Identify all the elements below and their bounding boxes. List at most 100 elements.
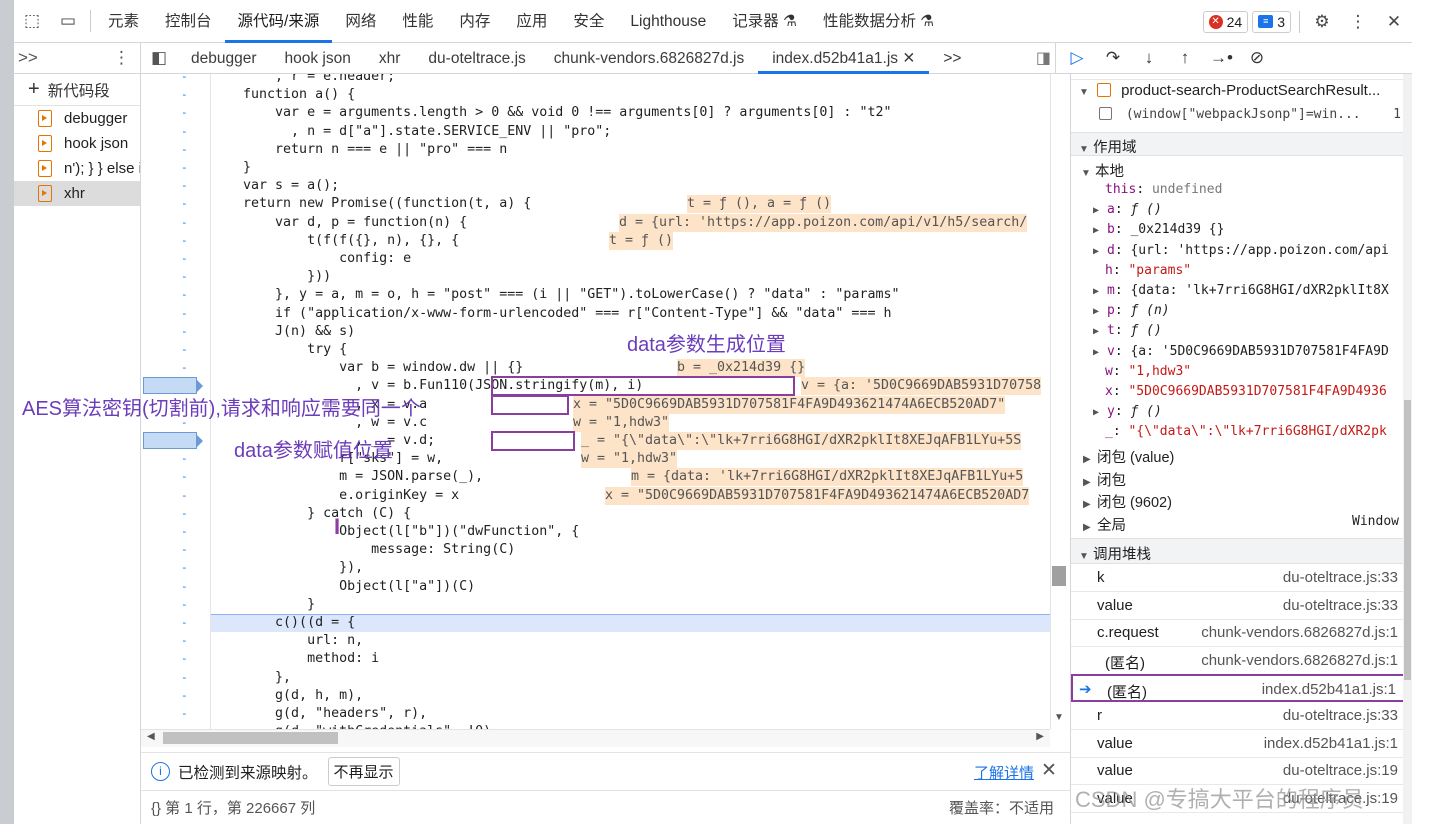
step-icon[interactable]: →•: [1210, 48, 1233, 68]
panel-tab[interactable]: 内存: [446, 0, 503, 43]
more-file-tabs-icon[interactable]: >>: [929, 43, 975, 74]
line-marker[interactable]: -: [181, 325, 191, 338]
scope-variable[interactable]: h: "params": [1071, 263, 1412, 283]
scope-variable[interactable]: x: "5D0C9669DAB5931D707581F4FA9D4936: [1071, 384, 1412, 404]
file-tab[interactable]: du-oteltrace.js: [414, 43, 539, 74]
line-marker[interactable]: -: [181, 216, 191, 229]
callstack-section-header[interactable]: ▼ 调用堆栈: [1071, 538, 1412, 564]
scope-variable[interactable]: ▶ y: ƒ (): [1071, 404, 1412, 424]
scroll-down-icon[interactable]: ▼: [1054, 712, 1064, 723]
line-marker[interactable]: -: [181, 197, 191, 210]
panel-tab[interactable]: 控制台: [152, 0, 225, 43]
toggle-navigator-icon[interactable]: ◧: [141, 48, 177, 68]
file-tab[interactable]: xhr: [365, 43, 415, 74]
breakpoint-checkbox[interactable]: [1099, 107, 1112, 120]
panel-tab[interactable]: 应用: [503, 0, 560, 43]
step-out-icon[interactable]: ↑: [1174, 48, 1196, 68]
dont-show-again-button[interactable]: 不再显示: [327, 757, 400, 786]
line-marker[interactable]: -: [181, 652, 191, 665]
message-badge[interactable]: ≡ 3: [1252, 10, 1291, 33]
panel-tab[interactable]: Lighthouse: [617, 0, 719, 43]
closure-scope[interactable]: ▶ 全局 Window: [1071, 514, 1412, 534]
line-marker[interactable]: -: [181, 507, 191, 520]
step-over-icon[interactable]: ↷: [1102, 48, 1124, 68]
line-marker[interactable]: -: [181, 707, 191, 720]
panel-tab[interactable]: 网络: [332, 0, 389, 43]
more-tabs-icon[interactable]: >>: [18, 48, 38, 68]
snippet-item[interactable]: xhr: [14, 181, 140, 206]
line-marker[interactable]: -: [181, 161, 191, 174]
line-marker[interactable]: -: [181, 179, 191, 192]
toggle-debugger-icon[interactable]: ◨: [1036, 48, 1051, 68]
line-marker[interactable]: -: [181, 580, 191, 593]
panel-tab[interactable]: 性能: [389, 0, 446, 43]
line-marker[interactable]: -: [181, 598, 191, 611]
line-marker[interactable]: -: [181, 288, 191, 301]
snippet-item[interactable]: debugger: [14, 106, 140, 131]
horizontal-scroll-thumb[interactable]: [163, 732, 338, 744]
sidebar-scroll-thumb[interactable]: [1404, 400, 1411, 680]
snippet-item[interactable]: n'); } } else i: [14, 156, 140, 181]
editor-vertical-scrollbar[interactable]: [1050, 74, 1068, 729]
device-toolbar-icon[interactable]: ▭: [50, 0, 86, 43]
line-marker[interactable]: -: [181, 125, 191, 138]
file-tab[interactable]: index.d52b41a1.js ✕: [758, 43, 930, 74]
scope-variable[interactable]: _: "{\"data\":\"lk+7rri6G8HGI/dXR2pk: [1071, 424, 1412, 444]
line-marker[interactable]: -: [181, 106, 191, 119]
line-marker[interactable]: -: [181, 525, 191, 538]
breakpoint-marker[interactable]: [143, 432, 203, 449]
line-marker[interactable]: -: [181, 452, 191, 465]
breakpoint-file-row[interactable]: ▼ product-search-ProductSearchResult...: [1071, 82, 1412, 104]
scope-variable[interactable]: ▶ t: ƒ (): [1071, 323, 1412, 343]
learn-more-link[interactable]: 了解详情: [974, 762, 1034, 783]
line-marker[interactable]: -: [181, 143, 191, 156]
line-marker[interactable]: -: [181, 307, 191, 320]
line-marker[interactable]: -: [181, 270, 191, 283]
line-marker[interactable]: -: [181, 671, 191, 684]
error-badge[interactable]: ✕ 24: [1202, 10, 1249, 33]
line-marker[interactable]: -: [181, 634, 191, 647]
callstack-frame[interactable]: value du-oteltrace.js:19: [1071, 757, 1406, 786]
scope-variable[interactable]: ▶ v: {a: '5D0C9669DAB5931D707581F4FA9D: [1071, 344, 1412, 364]
step-into-icon[interactable]: ↓: [1138, 48, 1160, 68]
callstack-frame[interactable]: k du-oteltrace.js:33: [1071, 564, 1406, 592]
callstack-frame[interactable]: value index.d52b41a1.js:1: [1071, 730, 1406, 758]
close-infobar-icon[interactable]: ✕: [1041, 759, 1057, 782]
line-marker[interactable]: -: [181, 689, 191, 702]
close-tab-icon[interactable]: ✕: [898, 50, 915, 67]
callstack-frame[interactable]: c.request chunk-vendors.6826827d.js:1: [1071, 619, 1406, 648]
callstack-frame[interactable]: ➔ (匿名) index.d52b41a1.js:1: [1071, 674, 1406, 703]
scope-variable[interactable]: ▶ m: {data: 'lk+7rri6G8HGI/dXR2pklIt8X: [1071, 283, 1412, 303]
closure-scope[interactable]: ▶ 闭包: [1071, 469, 1412, 489]
line-marker[interactable]: -: [181, 616, 191, 629]
deactivate-breakpoints-icon[interactable]: ⊘: [1246, 48, 1268, 68]
snippet-item[interactable]: hook json: [14, 131, 140, 156]
line-marker[interactable]: -: [181, 561, 191, 574]
scope-variable[interactable]: ▶ a: ƒ (): [1071, 202, 1412, 222]
line-marker[interactable]: -: [181, 470, 191, 483]
file-tab[interactable]: chunk-vendors.6826827d.js: [540, 43, 758, 74]
scope-section-header[interactable]: ▼ 作用域: [1071, 132, 1412, 156]
panel-tab[interactable]: 记录器 ⚗: [719, 0, 810, 43]
scope-variable[interactable]: ▶ b: _0x214d39 {}: [1071, 222, 1412, 242]
editor-scroll-thumb[interactable]: [1052, 566, 1066, 586]
callstack-frame[interactable]: (匿名) chunk-vendors.6826827d.js:1: [1071, 647, 1406, 675]
settings-gear-icon[interactable]: ⚙: [1304, 0, 1340, 43]
navigator-menu-icon[interactable]: ⋮: [113, 48, 130, 68]
callstack-frame[interactable]: value du-oteltrace.js:33: [1071, 592, 1406, 620]
line-marker[interactable]: -: [181, 88, 191, 101]
inspect-element-icon[interactable]: ⬚: [14, 0, 50, 43]
panel-tab[interactable]: 源代码/来源: [224, 0, 333, 43]
line-marker[interactable]: -: [181, 489, 191, 502]
scroll-left-icon[interactable]: ◀: [147, 731, 155, 742]
breakpoint-entry[interactable]: (window["webpackJsonp"]=win... 1: [1071, 107, 1412, 127]
more-options-icon[interactable]: ⋮: [1340, 0, 1376, 43]
scope-variable[interactable]: ▶ d: {url: 'https://app.poizon.com/api: [1071, 243, 1412, 263]
line-marker[interactable]: -: [181, 343, 191, 356]
scope-variable[interactable]: w: "1,hdw3": [1071, 364, 1412, 384]
line-marker[interactable]: -: [181, 543, 191, 556]
line-marker[interactable]: -: [181, 361, 191, 374]
local-scope-header[interactable]: ▼ 本地: [1071, 160, 1412, 180]
new-snippet-button[interactable]: + 新代码段: [14, 74, 140, 106]
panel-tab[interactable]: 性能数据分析 ⚗: [810, 0, 947, 43]
